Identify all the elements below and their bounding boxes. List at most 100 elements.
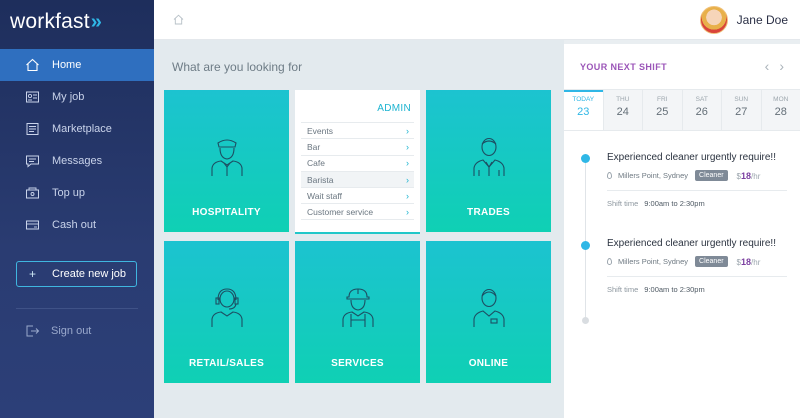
logo-chevron-icon: »	[90, 10, 102, 33]
user-name: Jane Doe	[736, 13, 788, 27]
day-date: 28	[774, 106, 787, 118]
sidebar-item-label: Home	[52, 59, 82, 71]
cash-out-icon	[26, 220, 39, 230]
sidebar-item-messages[interactable]: Messages	[0, 145, 154, 177]
day-name: TODAY	[572, 96, 595, 103]
rate-value: 18	[741, 256, 752, 267]
logo[interactable]: workfast»	[0, 0, 154, 44]
chevron-left-icon[interactable]: ‹	[765, 58, 770, 74]
day-name: SAT	[695, 96, 708, 103]
day-tab-mon[interactable]: MON 28	[760, 90, 800, 130]
admin-item-cafe[interactable]: Cafe ›	[301, 154, 414, 171]
location-pin-icon	[607, 258, 612, 265]
shift-location: Millers Point, Sydney	[618, 171, 689, 180]
sidebar-item-top-up[interactable]: Top up	[0, 177, 154, 209]
category-tile-hospitality[interactable]: HOSPITALITY	[164, 90, 289, 232]
sign-out-icon	[26, 325, 40, 337]
page-title: What are you looking for	[172, 60, 303, 74]
sidebar: workfast» Home My job Marketplace Messag…	[0, 0, 154, 418]
timeline-end-dot	[582, 317, 589, 324]
category-tile-retail-sales[interactable]: RETAIL/SALES	[164, 241, 289, 383]
sidebar-item-my-job[interactable]: My job	[0, 81, 154, 113]
admin-item-label: Events	[307, 125, 333, 136]
day-date: 24	[616, 106, 629, 118]
top-up-icon	[26, 187, 39, 199]
day-date: 26	[695, 106, 708, 118]
admin-item-label: Cafe	[307, 158, 325, 169]
day-tab-sun[interactable]: SUN 27	[721, 90, 761, 130]
tile-label: ONLINE	[468, 358, 509, 369]
shift-time-label: Shift time	[607, 199, 639, 208]
admin-item-wait-staff[interactable]: Wait staff ›	[301, 187, 414, 203]
logo-text: workfast	[10, 10, 90, 33]
shift-card[interactable]: Experienced cleaner urgently require!! M…	[607, 238, 787, 294]
day-tab-thu[interactable]: THU 24	[602, 90, 642, 130]
chevron-right-icon: ›	[406, 125, 409, 136]
day-name: MON	[773, 96, 789, 103]
sidebar-item-label: Top up	[52, 187, 86, 199]
waiter-icon	[211, 139, 243, 176]
sidebar-item-marketplace[interactable]: Marketplace	[0, 113, 154, 145]
sidebar-item-home[interactable]: Home	[0, 49, 154, 81]
sidebar-item-label: Marketplace	[52, 123, 112, 135]
admin-item-bar[interactable]: Bar ›	[301, 138, 414, 154]
admin-item-barista[interactable]: Barista ›	[301, 170, 414, 188]
admin-item-events[interactable]: Events ›	[301, 122, 414, 138]
day-date: 25	[656, 106, 669, 118]
shift-category-badge: Cleaner	[695, 256, 728, 267]
shift-time: Shift time 9:00am to 2:30pm	[607, 285, 787, 294]
headset-agent-icon	[211, 288, 243, 327]
admin-title: ADMIN	[377, 103, 411, 114]
timeline-dot	[581, 154, 590, 163]
sidebar-item-cash-out[interactable]: Cash out	[0, 209, 154, 241]
chevron-right-icon: ›	[406, 190, 409, 201]
day-name: THU	[616, 96, 630, 103]
rate-unit: /hr	[751, 257, 761, 267]
shift-card[interactable]: Experienced cleaner urgently require!! M…	[607, 152, 787, 208]
panel-title: YOUR NEXT SHIFT	[580, 62, 668, 72]
day-tab-sat[interactable]: SAT 26	[681, 90, 721, 130]
breadcrumb-home-icon[interactable]	[173, 14, 184, 25]
timeline-line	[585, 156, 586, 324]
day-date: 23	[577, 106, 590, 118]
sidebar-item-label: Messages	[52, 155, 103, 167]
day-name: SUN	[734, 96, 749, 103]
user-menu[interactable]: Jane Doe	[699, 6, 788, 34]
sign-out-label: Sign out	[51, 325, 92, 337]
shift-divider	[607, 190, 787, 191]
category-tile-online[interactable]: ONLINE	[426, 241, 551, 383]
sign-out-button[interactable]: Sign out	[0, 317, 154, 345]
shift-time-value: 9:00am to 2:30pm	[644, 199, 705, 208]
day-tab-fri[interactable]: FRI 25	[642, 90, 682, 130]
admin-list: Events › Bar › Cafe › Barista › Wait staff › …	[301, 122, 414, 220]
sidebar-divider	[16, 308, 138, 309]
rate-unit: /hr	[751, 171, 761, 181]
category-tile-trades[interactable]: TRADES	[426, 90, 551, 232]
tile-label: RETAIL/SALES	[188, 358, 265, 369]
rate-value: 18	[741, 170, 752, 181]
tile-label: SERVICES	[331, 358, 384, 369]
category-tile-services[interactable]: SERVICES	[295, 241, 420, 383]
shift-title: Experienced cleaner urgently require!!	[607, 152, 776, 163]
day-tab-today[interactable]: TODAY 23	[564, 90, 603, 130]
my-job-icon	[26, 91, 39, 103]
admin-item-label: Bar	[307, 141, 321, 152]
tile-label: TRADES	[467, 207, 510, 218]
category-card-admin[interactable]: ADMIN Events › Bar › Cafe › Barista › Wait s…	[295, 90, 420, 232]
admin-item-customer-service[interactable]: Customer service ›	[301, 203, 414, 220]
chevron-right-icon[interactable]: ›	[779, 58, 784, 74]
chevron-right-icon: ›	[406, 158, 409, 169]
shift-location: Millers Point, Sydney	[618, 257, 689, 266]
day-date: 27	[735, 106, 748, 118]
office-worker-icon	[473, 288, 505, 327]
shift-divider	[607, 276, 787, 277]
admin-item-label: Wait staff	[307, 190, 342, 201]
create-new-job-label: Create new job	[52, 268, 127, 280]
panel-pager: ‹ ›	[755, 58, 784, 74]
sidebar-nav: Home My job Marketplace Messages Top up …	[0, 49, 154, 241]
day-name: FRI	[657, 96, 668, 103]
create-new-job-button[interactable]: + Create new job	[16, 261, 137, 287]
shift-time-value: 9:00am to 2:30pm	[644, 285, 705, 294]
shift-time-label: Shift time	[607, 285, 639, 294]
timeline-dot	[581, 241, 590, 250]
